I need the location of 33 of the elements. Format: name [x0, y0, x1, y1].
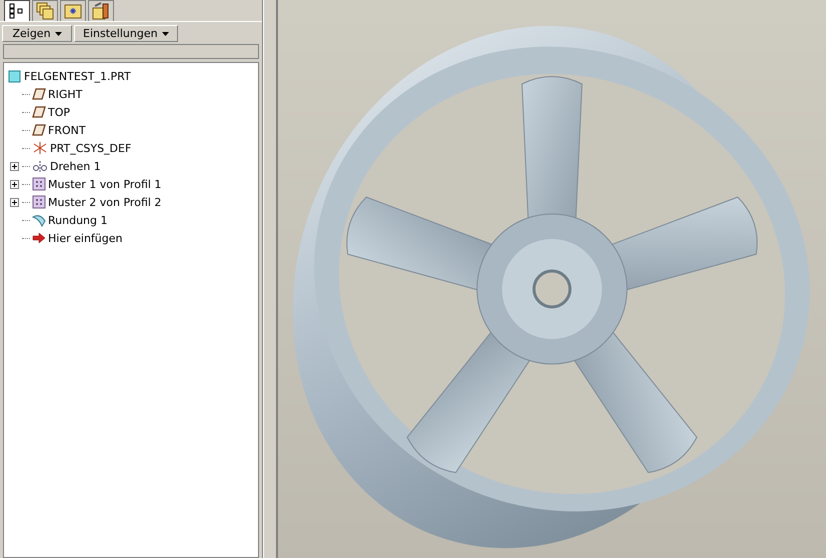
datum-plane-icon	[32, 124, 46, 136]
caret-icon	[162, 32, 169, 36]
expander-icon[interactable]	[10, 162, 19, 170]
expander-icon[interactable]	[10, 180, 19, 188]
navigator-tab[interactable]	[88, 0, 114, 21]
layers-icon	[36, 2, 54, 20]
expander-icon[interactable]	[10, 198, 19, 206]
tree-item[interactable]: PRT_CSYS_DEF	[50, 142, 132, 154]
caret-icon	[54, 32, 62, 36]
tree-item[interactable]: TOP	[48, 106, 70, 118]
datum-plane-icon	[32, 88, 46, 100]
dropdown-button[interactable]: Zeigen	[2, 25, 72, 42]
part-icon	[8, 70, 21, 82]
tree-item[interactable]: Drehen 1	[50, 160, 101, 172]
tree-item[interactable]: FELGENTEST_1.PRT	[24, 70, 131, 82]
tree-item[interactable]: RIGHT	[48, 88, 82, 100]
tree-item[interactable]: Rundung 1	[48, 214, 108, 226]
pattern-icon	[32, 195, 46, 209]
tree-item[interactable]: Muster 1 von Profil 1	[48, 178, 162, 190]
tree-item[interactable]: Muster 2 von Profil 2	[48, 196, 162, 208]
tree-item[interactable]: Hier einfügen	[48, 232, 122, 244]
arrow-icon	[32, 232, 46, 244]
round-icon	[32, 213, 46, 227]
revolve-icon	[32, 160, 48, 172]
folder-tools-icon	[92, 2, 110, 20]
splitter-bar[interactable]	[263, 0, 278, 558]
dropdown-button[interactable]: Einstellungen	[74, 25, 178, 42]
navigator-tab[interactable]	[4, 0, 30, 21]
datum-plane-icon	[32, 106, 46, 118]
pattern-icon	[32, 177, 46, 191]
tree-icon	[9, 3, 25, 19]
tree-item[interactable]: FRONT	[48, 124, 86, 136]
coordinate-system-icon	[32, 141, 48, 155]
